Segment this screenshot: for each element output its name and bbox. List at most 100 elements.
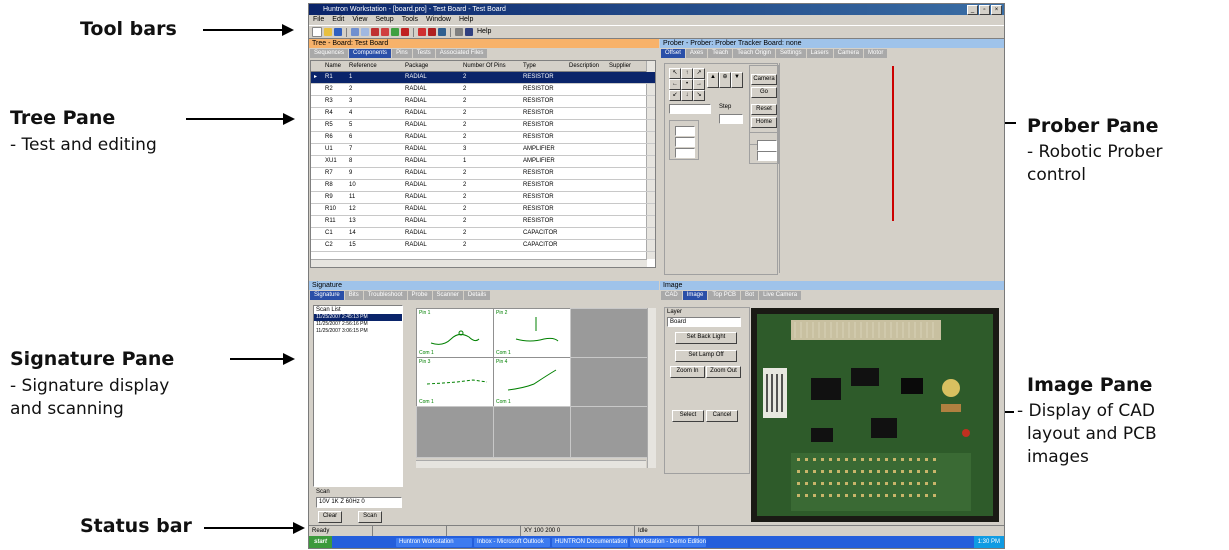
taskbar-item[interactable]: Workstation - Demo Edition (630, 537, 707, 547)
paste-icon[interactable] (361, 28, 369, 36)
tab-teach-origin[interactable]: Teach Origin (733, 49, 775, 58)
table-row[interactable]: R9 11 RADIAL 2 RESISTOR (311, 192, 655, 204)
tab-live-camera[interactable]: Live Camera (759, 291, 802, 300)
new-icon[interactable] (312, 27, 322, 37)
step-field[interactable] (719, 114, 743, 124)
table-row[interactable]: C2 15 RADIAL 2 CAPACITOR (311, 240, 655, 252)
menu-view[interactable]: View (352, 15, 367, 25)
table-row[interactable]: R5 5 RADIAL 2 RESISTOR (311, 120, 655, 132)
tab-pins[interactable]: Pins (392, 49, 412, 58)
jog-up-right-button[interactable]: ↗ (693, 68, 705, 79)
grid-horizontal-scrollbar[interactable] (311, 259, 647, 267)
robot-icon[interactable] (465, 28, 473, 36)
tab-probe[interactable]: Probe (407, 291, 432, 300)
jog-left-button[interactable]: ← (669, 79, 681, 90)
help-label[interactable]: Help (477, 27, 491, 37)
table-row[interactable]: R2 2 RADIAL 2 RESISTOR (311, 84, 655, 96)
z-down-button[interactable]: ▼ (731, 72, 743, 88)
menu-setup[interactable]: Setup (375, 15, 393, 25)
menu-tools[interactable]: Tools (402, 15, 418, 25)
position-field[interactable] (669, 104, 711, 114)
tab-lasers[interactable]: Lasers (806, 49, 833, 58)
grid-column-header[interactable]: Number Of Pins (463, 61, 506, 71)
grid-column-header[interactable]: Reference (349, 61, 377, 71)
tab-motor[interactable]: Motor (864, 49, 888, 58)
save-icon[interactable] (334, 28, 342, 36)
menu-edit[interactable]: Edit (332, 15, 344, 25)
signature-cell[interactable]: Pin 3 Com 1 (416, 357, 494, 407)
empty-signature-cell[interactable] (493, 406, 571, 458)
open-icon[interactable] (324, 28, 332, 36)
go-button[interactable]: Go (751, 87, 777, 98)
pcb-image[interactable] (751, 308, 999, 522)
remove-icon[interactable] (401, 28, 409, 36)
tab-details[interactable]: Details (463, 291, 491, 300)
tab-signature[interactable]: Signature (310, 291, 344, 300)
empty-signature-cell[interactable] (570, 406, 648, 458)
jog-down-left-button[interactable]: ↙ (669, 90, 681, 101)
signature-horizontal-scrollbar[interactable] (416, 460, 646, 468)
layer-select[interactable]: Board (667, 317, 741, 327)
jog-center-button[interactable]: • (681, 79, 693, 90)
clear-button[interactable]: Clear (318, 511, 342, 523)
tab-camera[interactable]: Camera (833, 49, 863, 58)
table-row[interactable]: R6 6 RADIAL 2 RESISTOR (311, 132, 655, 144)
tab-teach[interactable]: Teach (708, 49, 733, 58)
zoom-out-button[interactable]: Zoom Out (706, 366, 741, 378)
scan-button[interactable]: Scan (358, 511, 382, 523)
cut-icon[interactable] (381, 28, 389, 36)
table-row[interactable]: R7 9 RADIAL 2 RESISTOR (311, 168, 655, 180)
add-icon[interactable] (391, 28, 399, 36)
grid-column-header[interactable]: Package (405, 61, 428, 71)
scan-list-item[interactable]: 11/25/2007 3:06:15 PM (314, 328, 402, 335)
stop-icon[interactable] (428, 28, 436, 36)
signature-vertical-scrollbar[interactable] (647, 308, 656, 468)
signature-cell[interactable]: Pin 2 Com 1 (493, 308, 571, 358)
tab-settings[interactable]: Settings (775, 49, 806, 58)
tab-top-pcb[interactable]: Top PCB (708, 291, 741, 300)
tab-troubleshoot[interactable]: Troubleshoot (363, 291, 407, 300)
menu-file[interactable]: File (313, 15, 324, 25)
tab-axes[interactable]: Axes (685, 49, 708, 58)
set-back-light-button[interactable]: Set Back Light (675, 332, 737, 344)
close-button[interactable]: × (991, 5, 1002, 15)
scan-settings[interactable]: 10V 1K Z 60Hz 0 (316, 497, 402, 508)
tab-associated-files[interactable]: Associated Files (435, 49, 488, 58)
table-row[interactable]: R8 10 RADIAL 2 RESISTOR (311, 180, 655, 192)
tab-components[interactable]: Components (349, 49, 392, 58)
empty-signature-cell[interactable] (570, 357, 648, 407)
start-button[interactable]: start (309, 536, 333, 548)
tab-scanner[interactable]: Scanner (432, 291, 463, 300)
camera-button[interactable]: Camera (751, 74, 777, 85)
set-lamp-off-button[interactable]: Set Lamp Off (675, 350, 737, 362)
table-row[interactable]: R11 13 RADIAL 2 RESISTOR (311, 216, 655, 228)
home-button[interactable]: Home (751, 117, 777, 128)
scan-list-item[interactable]: 11/25/2007 2:56:16 PM (314, 321, 402, 328)
probe-field[interactable] (757, 140, 777, 151)
signature-cell[interactable]: Pin 1 Com 1 (416, 308, 494, 358)
scan-icon[interactable] (438, 28, 446, 36)
jog-down-button[interactable]: ↓ (681, 90, 693, 101)
table-row[interactable]: XU1 8 RADIAL 1 AMPLIFIER (311, 156, 655, 168)
select-button[interactable]: Select (672, 410, 704, 422)
probe-button[interactable]: ⊕ (719, 72, 731, 88)
axis-y-field[interactable] (675, 137, 695, 147)
table-row[interactable]: U1 7 RADIAL 3 AMPLIFIER (311, 144, 655, 156)
probe-icon[interactable] (418, 28, 426, 36)
reset-button[interactable]: Reset (751, 104, 777, 115)
scan-list-item[interactable]: 11/25/2007 2:45:13 PM (314, 314, 402, 321)
probe-field-2[interactable] (757, 151, 777, 161)
table-row[interactable]: R3 3 RADIAL 2 RESISTOR (311, 96, 655, 108)
menu-help[interactable]: Help (459, 15, 473, 25)
tab-offset[interactable]: Offset (661, 49, 685, 58)
jog-up-button[interactable]: ↑ (681, 68, 693, 79)
table-row[interactable]: R4 4 RADIAL 2 RESISTOR (311, 108, 655, 120)
empty-signature-cell[interactable] (570, 308, 648, 358)
taskbar-item[interactable]: Huntron Workstation (396, 537, 473, 547)
signature-cell[interactable]: Pin 4 Com 1 (493, 357, 571, 407)
taskbar-item[interactable]: HUNTRON Documentation (552, 537, 629, 547)
grid-column-header[interactable]: Name (325, 61, 341, 71)
table-row[interactable]: R10 12 RADIAL 2 RESISTOR (311, 204, 655, 216)
tab-tests[interactable]: Tests (412, 49, 435, 58)
delete-icon[interactable] (371, 28, 379, 36)
